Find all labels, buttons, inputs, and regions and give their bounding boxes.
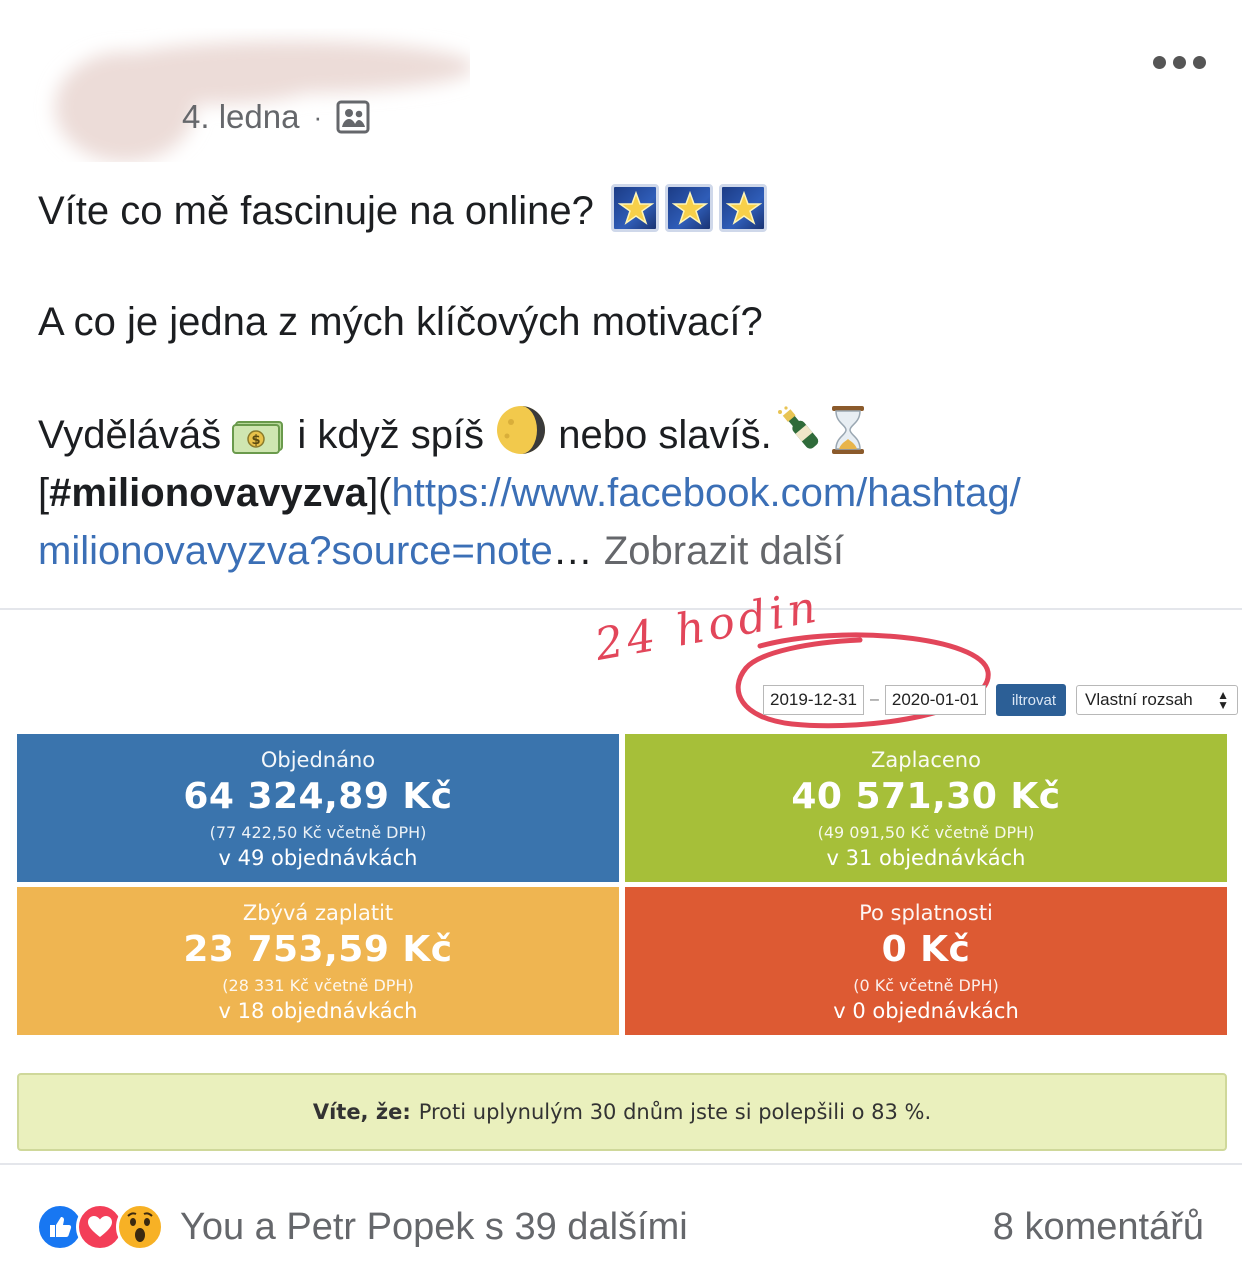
stat-tile-remaining: Zbývá zaplatit 23 753,59 Kč (28 331 Kč v… [17,887,619,1035]
date-from-field[interactable]: 2019-12-31 [763,685,864,715]
date-dash: – [869,691,879,708]
separator-bottom [0,1163,1242,1165]
separator-top [0,608,1242,610]
post-line-2: A co je jedna z mých klíčových motivací? [38,300,763,344]
money-icon: $ [232,421,284,454]
bracket-open: [ [38,471,50,515]
glowing-star-icon [719,184,768,232]
reactions-text[interactable]: You a Petr Popek s 39 dalšími [180,1206,688,1249]
blurred-author-name [55,41,470,162]
post-line-1: Víte co mě fascinuje na online? [38,182,1218,240]
post-date[interactable]: 4. ledna [182,98,299,136]
reactions-summary[interactable]: You a Petr Popek s 39 dalšími [36,1203,688,1251]
info-bold: Víte, že: [312,1100,411,1124]
tile-count: v 18 objednávkách [218,999,418,1023]
filter-button[interactable]: iltrovat [995,684,1067,716]
more-options-button[interactable] [1153,56,1206,69]
stats-tiles: Objednáno 64 324,89 Kč (77 422,50 Kč vče… [17,734,1227,1035]
post-line-4: [#milionovavyzva](https://www.facebook.c… [38,464,1218,522]
champagne-icon [777,406,818,449]
bracket-close: ]( [367,471,392,515]
select-arrows-icon: ▲ ▼ [1217,688,1230,712]
comments-count[interactable]: 8 komentářů [993,1206,1204,1249]
hourglass-icon [831,406,864,454]
post-line-3c: nebo slavíš. [558,413,772,457]
stat-tile-paid: Zaplaceno 40 571,30 Kč (49 091,50 Kč vče… [625,734,1227,882]
glowing-star-icon [665,184,714,232]
glowing-star-icon [611,184,660,232]
tile-label: Zbývá zaplatit [242,901,394,925]
post-meta: 4. ledna · [182,98,370,136]
tile-count: v 0 objednávkách [833,999,1019,1023]
svg-text:$: $ [252,433,261,448]
meta-separator: · [313,101,323,132]
url-link-part-2[interactable]: milionovavyzva?source=note [38,529,553,573]
hashtag-link[interactable]: #milionovavyzva [49,471,367,515]
tile-vat: (77 422,50 Kč včetně DPH) [209,823,427,842]
post-line-1-text: Víte co mě fascinuje na online? [38,189,594,233]
tile-label: Objednáno [260,748,376,772]
wow-icon [116,1203,164,1251]
post-text: Víte co mě fascinuje na online? A co je … [38,182,1218,580]
ellipsis: … [552,529,593,573]
group-icon[interactable] [336,100,370,134]
post-line-5: milionovavyzva?source=note… Zobrazit dal… [38,522,1218,580]
more-icon-dot [1193,56,1206,69]
tile-count: v 31 objednávkách [826,846,1026,870]
tile-vat: (0 Kč včetně DPH) [853,976,999,995]
info-text: Proti uplynulým 30 dnům jste si polepšil… [418,1100,932,1124]
stat-tile-ordered: Objednáno 64 324,89 Kč (77 422,50 Kč vče… [17,734,619,882]
range-select-value: Vlastní rozsah [1085,690,1193,709]
date-filter-row: 2019-12-31 – 2020-01-01 iltrovat Vlastní… [763,684,1239,716]
more-icon-dot [1153,56,1166,69]
post-line-3: Vyděláváš $ i když spíš nebo slavíš. [38,404,1218,464]
tile-count: v 49 objednávkách [218,846,418,870]
tile-label: Po splatnosti [859,901,993,925]
more-icon-dot [1173,56,1186,69]
tile-value: 64 324,89 Kč [183,776,453,817]
stat-tile-overdue: Po splatnosti 0 Kč (0 Kč včetně DPH) v 0… [625,887,1227,1035]
tile-vat: (28 331 Kč včetně DPH) [222,976,414,995]
date-to-field[interactable]: 2020-01-01 [884,685,986,715]
tile-value: 40 571,30 Kč [791,776,1061,817]
range-select[interactable]: Vlastní rozsah ▲ ▼ [1076,685,1239,715]
moon-icon [497,406,546,454]
see-more-link[interactable]: Zobrazit další [604,529,844,573]
info-box: Víte, že: Proti uplynulým 30 dnům jste s… [17,1073,1227,1151]
tile-value: 0 Kč [881,929,971,970]
tile-label: Zaplaceno [871,748,981,772]
post-line-3a: Vyděláváš [38,413,222,457]
tile-vat: (49 091,50 Kč včetně DPH) [817,823,1035,842]
post-line-3b: i když spíš [297,413,485,457]
tile-value: 23 753,59 Kč [183,929,453,970]
url-link-part-1[interactable]: https://www.facebook.com/hashtag/ [392,471,1021,515]
